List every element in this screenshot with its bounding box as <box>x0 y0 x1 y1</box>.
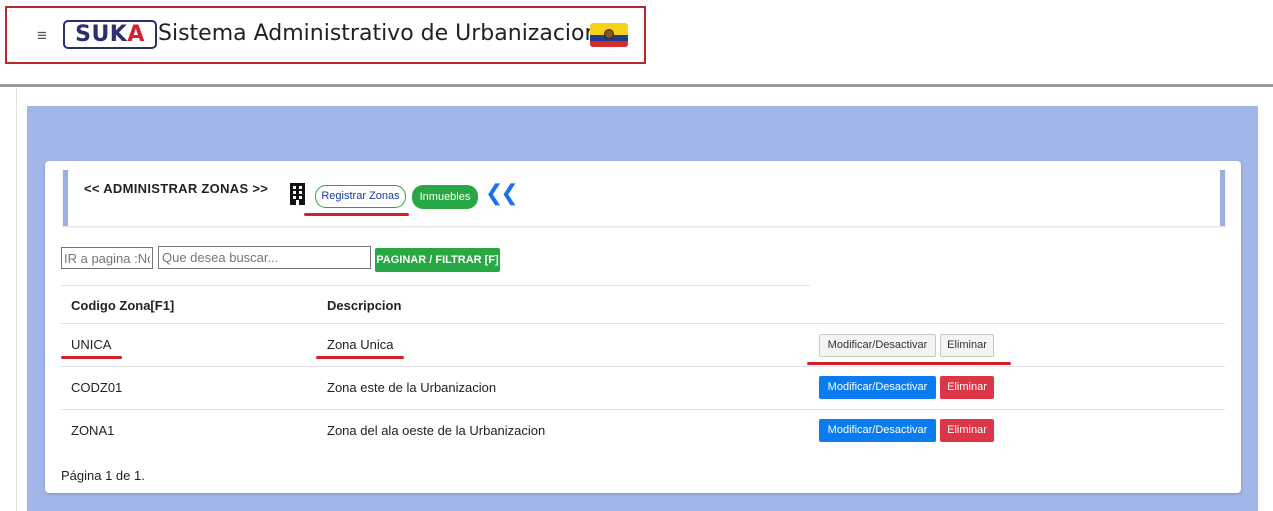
search-input[interactable] <box>158 246 371 269</box>
app-header: ≡ SUKA Sistema Administrativo de Urbaniz… <box>5 6 646 64</box>
delete-button[interactable]: Eliminar <box>940 334 994 357</box>
column-header-code[interactable]: Codigo Zona[F1] <box>71 298 174 313</box>
table-header-border <box>61 323 1225 324</box>
table-top-border <box>61 285 810 286</box>
double-chevron-left-icon[interactable]: ❮❮ <box>485 182 519 204</box>
modify-deactivate-button[interactable]: Modificar/Desactivar <box>819 334 936 357</box>
table-cell-description: Zona del ala oeste de la Urbanizacion <box>327 423 546 438</box>
table-cell-code: UNICA <box>71 337 112 352</box>
zones-toolbar <box>63 170 1225 226</box>
hamburger-icon[interactable]: ≡ <box>37 27 47 45</box>
table-row-border <box>61 409 1225 410</box>
pagination-info: Página 1 de 1. <box>61 468 145 483</box>
delete-button[interactable]: Eliminar <box>940 419 994 442</box>
annotation-underline <box>61 356 122 359</box>
annotation-underline <box>304 213 409 216</box>
paginate-filter-button[interactable]: PAGINAR / FILTRAR [F] <box>375 248 500 272</box>
building-icon <box>290 183 305 205</box>
delete-button[interactable]: Eliminar <box>940 376 994 399</box>
header-divider <box>0 84 1273 87</box>
page-number-input[interactable] <box>61 247 153 269</box>
ecuador-flag-icon <box>590 23 628 47</box>
column-header-description: Descripcion <box>327 298 402 313</box>
app-title: Sistema Administrativo de Urbanizaciones <box>158 21 624 46</box>
suka-logo: SUKA <box>63 20 157 49</box>
annotation-underline <box>316 356 404 359</box>
table-cell-description: Zona Unica <box>327 337 394 352</box>
table-cell-description: Zona este de la Urbanizacion <box>327 380 497 395</box>
table-cell-code: ZONA1 <box>71 423 115 438</box>
modify-deactivate-button[interactable]: Modificar/Desactivar <box>819 376 936 399</box>
modify-deactivate-button[interactable]: Modificar/Desactivar <box>819 419 936 442</box>
table-row-border <box>61 366 1225 367</box>
register-zones-button[interactable]: Registrar Zonas <box>315 185 406 208</box>
annotation-underline <box>807 362 1011 365</box>
table-cell-code: CODZ01 <box>71 380 123 395</box>
inmuebles-button[interactable]: Inmuebles <box>412 185 478 209</box>
page-title: << ADMINISTRAR ZONAS >> <box>84 181 269 196</box>
